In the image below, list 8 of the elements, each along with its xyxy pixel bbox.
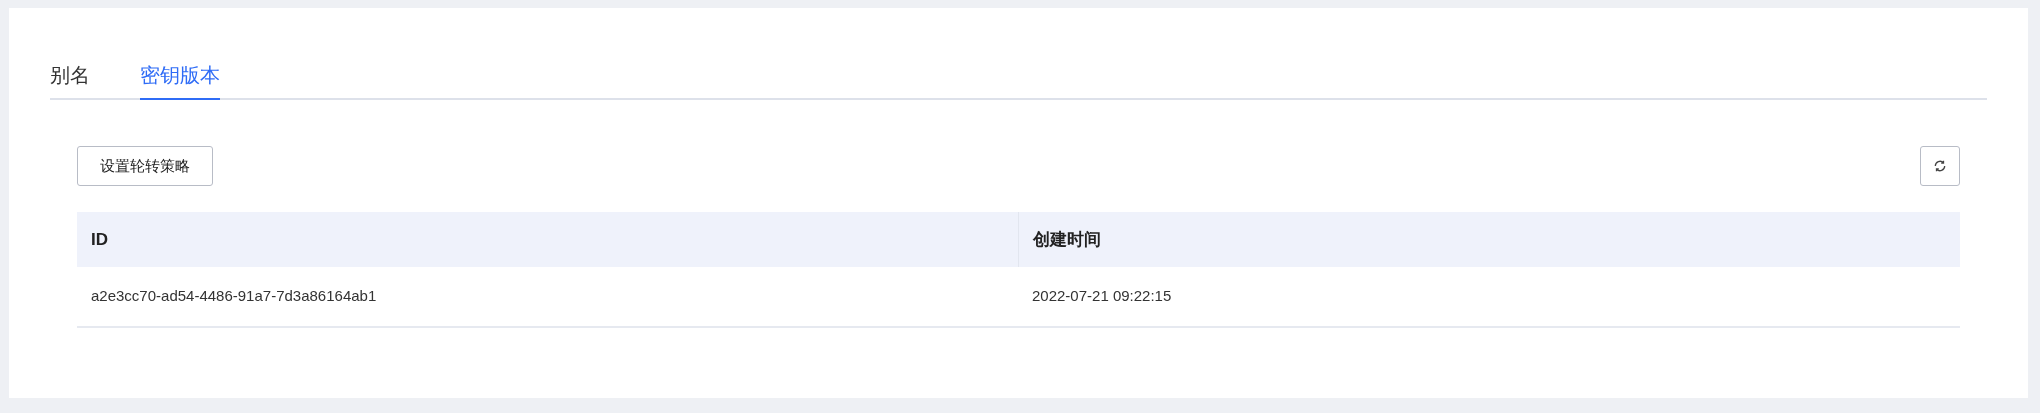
tab[interactable]: 别名 (50, 60, 90, 100)
tab[interactable]: 密钥版本 (140, 60, 220, 100)
refresh-icon (1933, 159, 1947, 173)
rotation-policy-button[interactable]: 设置轮转策略 (77, 146, 213, 186)
column-header: ID (77, 212, 1018, 267)
table-cell: 2022-07-21 09:22:15 (1018, 267, 1960, 327)
refresh-button[interactable] (1920, 146, 1960, 186)
table-cell: a2e3cc70-ad54-4486-91a7-7d3a86164ab1 (77, 267, 1018, 327)
